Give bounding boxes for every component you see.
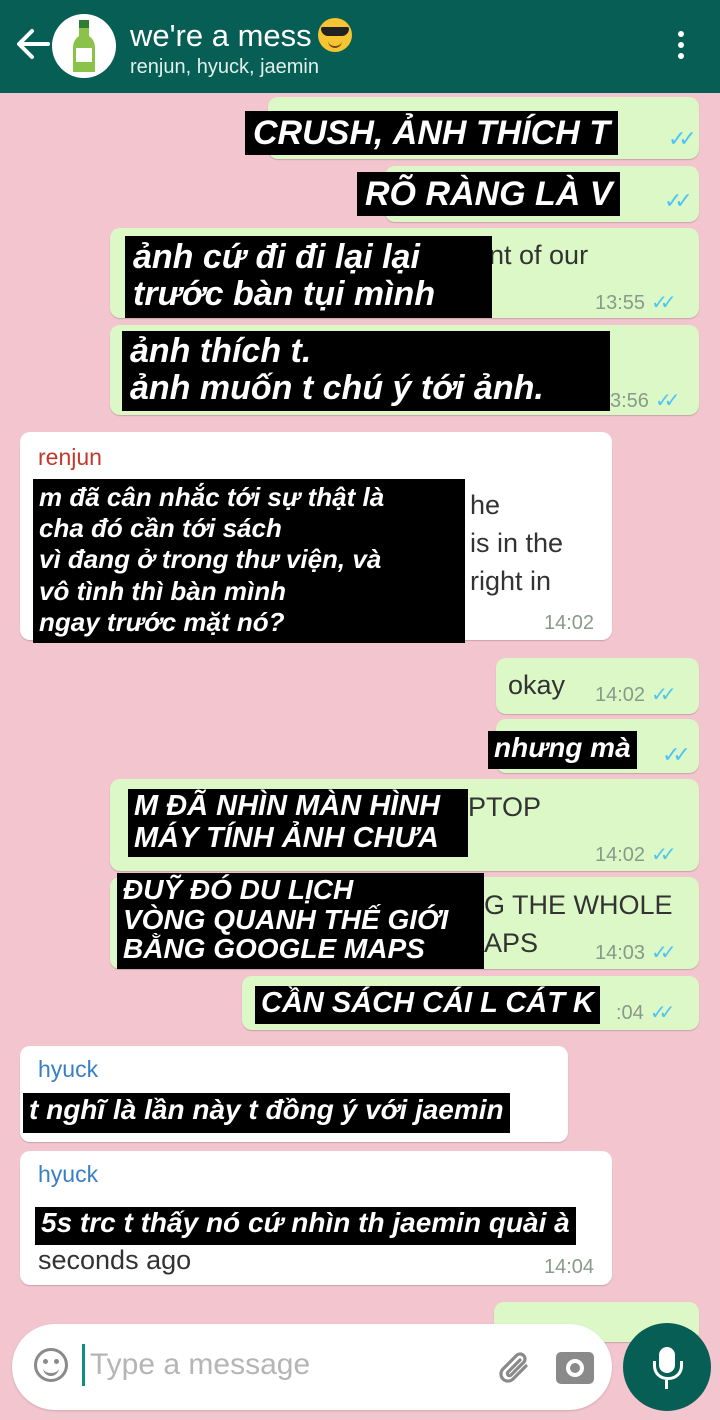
caption-overlay: CRUSH, ẢNH THÍCH T — [245, 111, 618, 155]
read-ticks-icon: ✓✓ — [662, 742, 691, 767]
attach-icon[interactable] — [496, 1348, 536, 1388]
read-ticks-icon: ✓✓ — [651, 684, 676, 706]
chat-header: we're a mess renjun, hyuck, jaemin — [0, 0, 720, 93]
caption-overlay: t nghĩ là lần này t đồng ý với jaemin — [23, 1093, 510, 1133]
caption-overlay: ảnh cứ đi đi lại lại trước bàn tụi mình — [125, 236, 492, 318]
message-time: 3:56 ✓✓ — [610, 390, 680, 412]
caption-overlay: nhưng mà — [488, 731, 637, 769]
message-text: PTOP — [468, 792, 542, 822]
message-time: 14:02 ✓✓ — [595, 844, 676, 866]
message-time: 14:02 ✓✓ — [595, 684, 676, 706]
message-text: G THE WHOLE — [484, 890, 673, 920]
read-ticks-icon: ✓✓ — [651, 292, 676, 314]
read-ticks-icon: ✓✓ — [651, 844, 676, 866]
read-ticks-icon: ✓✓ — [649, 1002, 675, 1024]
sender-name: hyuck — [38, 1161, 99, 1187]
caption-overlay: 5s trc t thấy nó cứ nhìn th jaemin quài … — [35, 1207, 576, 1245]
caption-overlay: M ĐÃ NHÌN MÀN HÌNH MÁY TÍNH ẢNH CHƯA — [128, 789, 468, 857]
message-text: APS — [484, 928, 539, 958]
caption-overlay: CẦN SÁCH CÁI L CÁT K — [255, 986, 600, 1024]
message-text: nt of our — [489, 240, 589, 270]
camera-icon[interactable] — [556, 1352, 594, 1384]
text-cursor — [82, 1344, 85, 1386]
caption-overlay: ảnh thích t. ảnh muốn t chú ý tới ảnh. — [122, 331, 610, 411]
read-ticks-icon: ✓✓ — [654, 390, 680, 412]
message-text: is in the — [470, 528, 564, 558]
message-text: he — [470, 490, 501, 520]
chat-title[interactable]: we're a mess — [130, 12, 352, 54]
more-options-icon[interactable] — [674, 28, 688, 64]
message-text: seconds ago — [38, 1245, 192, 1275]
sender-name: hyuck — [38, 1056, 99, 1082]
group-avatar-icon[interactable] — [52, 14, 116, 78]
read-ticks-icon: ✓✓ — [668, 126, 697, 151]
message-time: :04 ✓✓ — [616, 1002, 675, 1024]
sunglasses-emoji-icon — [317, 18, 352, 52]
caption-overlay: ĐUỸ ĐÓ DU LỊCH VÒNG QUANH THẾ GIỚI BẰNG GO… — [117, 873, 484, 969]
group-members: renjun, hyuck, jaemin — [130, 56, 319, 78]
message-input[interactable]: Type a message — [90, 1348, 310, 1382]
caption-overlay: RÕ RÀNG LÀ V — [357, 172, 621, 216]
message-time: 13:55 ✓✓ — [595, 292, 676, 314]
emoji-icon[interactable] — [34, 1348, 68, 1382]
message-time: 14:02 — [544, 612, 595, 634]
read-ticks-icon: ✓✓ — [651, 942, 676, 964]
sender-name: renjun — [38, 444, 102, 470]
message-time: 14:03 ✓✓ — [595, 942, 676, 964]
message-input-bar: Type a message — [12, 1324, 612, 1410]
caption-overlay: m đã cân nhắc tới sự thật là cha đó cần t… — [33, 479, 465, 643]
message-text: okay — [508, 670, 566, 700]
message-time: 14:04 — [544, 1256, 595, 1278]
group-name: we're a mess — [130, 18, 312, 53]
back-arrow-icon[interactable] — [12, 24, 52, 64]
mic-button[interactable] — [623, 1323, 711, 1411]
read-ticks-icon: ✓✓ — [664, 188, 693, 213]
message-text: right in — [470, 566, 552, 596]
